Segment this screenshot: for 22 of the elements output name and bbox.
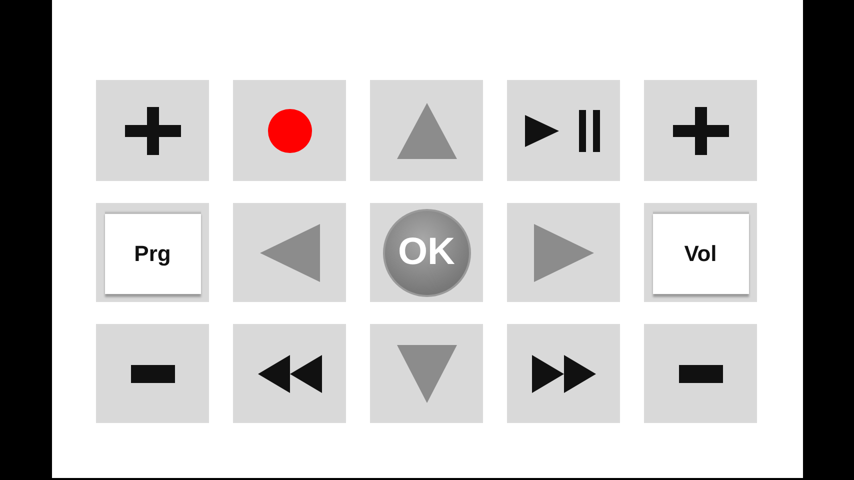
right-triangle-icon: [534, 224, 594, 282]
rewind-button[interactable]: [233, 324, 346, 423]
left-triangle-icon: [260, 224, 320, 282]
volume-button[interactable]: Vol: [652, 212, 748, 294]
rewind-icon: [258, 354, 322, 392]
record-icon: [268, 108, 312, 152]
plus-icon: [672, 106, 728, 154]
minus-icon: [130, 364, 174, 382]
play-pause-icon: [524, 110, 602, 152]
plus-button[interactable]: [96, 80, 209, 181]
minus-icon: [678, 364, 722, 382]
fast-forward-button[interactable]: [507, 324, 620, 423]
minus-button[interactable]: [644, 324, 757, 423]
play-pause-button[interactable]: [507, 80, 620, 181]
fast-forward-icon: [532, 354, 596, 392]
program-button[interactable]: Prg: [104, 212, 200, 294]
up-triangle-icon: [396, 102, 456, 158]
minus-button[interactable]: [96, 324, 209, 423]
plus-icon: [124, 106, 180, 154]
record-button[interactable]: [233, 80, 346, 181]
down-triangle-icon: [396, 344, 456, 402]
plus-button[interactable]: [644, 80, 757, 181]
